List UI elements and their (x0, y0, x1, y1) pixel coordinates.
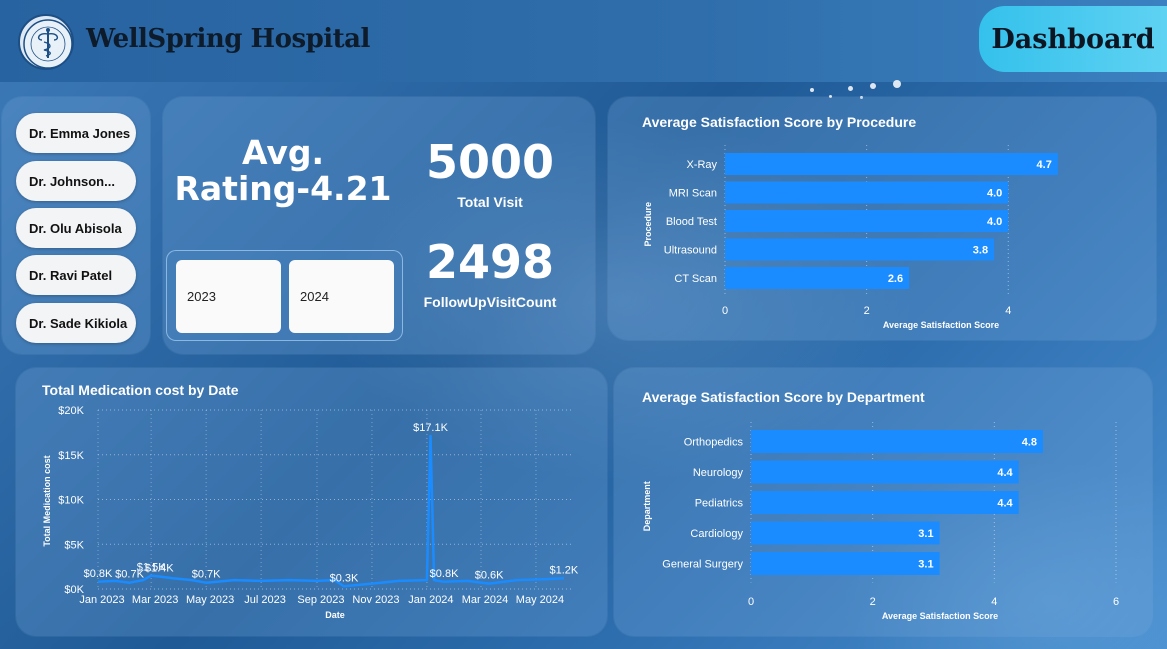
x-tick-label: 6 (1113, 596, 1119, 608)
x-tick-label: 4 (991, 596, 997, 608)
data-label: 4.7 (1037, 159, 1052, 171)
category-label: MRI Scan (669, 188, 717, 200)
followup-visit-label: FollowUpVisitCount (423, 294, 557, 310)
data-label: $0.8K (84, 568, 113, 580)
total-visit-label: Total Visit (457, 194, 523, 210)
kpi-panel: Avg. Rating-4.21 5000 Total Visit 2498 F… (163, 97, 595, 354)
bar (725, 238, 995, 261)
bar (751, 491, 1019, 514)
data-label: $0.7K (192, 569, 221, 581)
bar (751, 521, 940, 545)
y-axis-title: Procedure (643, 202, 653, 247)
total-visit-value: 5000 (425, 135, 555, 189)
category-label: Blood Test (666, 216, 717, 228)
decor-dot (848, 86, 853, 91)
medication-chart-panel: Total Medication cost by Date $0K $5K $10K… (16, 368, 607, 636)
followup-visit-value: 2498 (425, 235, 555, 289)
decor-dot (893, 80, 901, 88)
data-label: $0.3K (330, 572, 359, 584)
category-label: Orthopedics (684, 437, 744, 449)
x-tick-label: Sep 2023 (297, 594, 344, 606)
x-axis-title: Average Satisfaction Score (882, 611, 998, 621)
y-axis-title: Department (642, 481, 652, 531)
x-tick-label: Jul 2023 (244, 594, 286, 606)
x-tick-label: Jan 2024 (408, 594, 453, 606)
x-tick-label: Nov 2023 (352, 594, 399, 606)
y-tick-label: $20K (58, 405, 84, 417)
department-chart-panel: Average Satisfaction Score by Department… (614, 368, 1152, 636)
y-tick-label: $10K (58, 495, 84, 507)
x-tick-label: Mar 2023 (132, 594, 178, 606)
data-label: $1.2K (550, 564, 579, 576)
procedure-chart-panel: Average Satisfaction Score by Procedure … (608, 97, 1156, 340)
bar (751, 552, 940, 575)
data-label: $1.4K (145, 562, 174, 574)
x-tick-label: May 2023 (186, 594, 234, 606)
caduceus-icon (23, 19, 73, 69)
data-label: 4.8 (1022, 437, 1037, 449)
department-chart: 0 2 4 6 Orthopedics 4.8 Neurology 4.4 Pediatrics… (642, 422, 1119, 621)
doctor-filter-panel: Dr. Emma Jones Dr. Johnson... Dr. Olu Ab… (2, 97, 150, 354)
x-tick-label: 2 (870, 596, 876, 608)
bar (725, 210, 1009, 232)
x-tick-label: 0 (722, 305, 728, 317)
y-tick-label: $15K (58, 450, 84, 462)
category-label: CT Scan (674, 273, 717, 285)
bar (725, 267, 910, 289)
data-label: 3.8 (973, 245, 988, 257)
doctor-button-olu-abisola[interactable]: Dr. Olu Abisola (16, 208, 136, 248)
category-label: Neurology (693, 467, 744, 479)
avg-rating-card: Avg. Rating-4.21 (163, 133, 403, 209)
y-tick-label: $5K (64, 539, 84, 551)
bar (725, 181, 1009, 204)
doctor-button-johnson[interactable]: Dr. Johnson... (16, 161, 136, 201)
x-tick-label: 4 (1005, 305, 1011, 317)
year-option-2024[interactable]: 2024 (289, 260, 394, 333)
hospital-logo (18, 14, 74, 70)
data-label: 2.6 (888, 273, 903, 285)
decor-dot (870, 83, 876, 89)
doctor-button-ravi-patel[interactable]: Dr. Ravi Patel (16, 255, 136, 295)
medication-chart: $0K$5K$10K$15K$20KJan 2023 Mar 2023 May 20… (42, 405, 579, 620)
avg-rating-line1: Avg. (241, 133, 325, 172)
data-label: 4.0 (987, 188, 1002, 200)
x-tick-label: Jan 2023 (79, 594, 124, 606)
x-axis-title: Average Satisfaction Score (883, 320, 999, 330)
hospital-name: WellSpring Hospital (86, 24, 370, 54)
data-label: $0.6K (475, 570, 504, 582)
data-label: 4.4 (997, 498, 1013, 510)
header-bar: WellSpring Hospital Dashboard (0, 0, 1167, 82)
category-label: General Surgery (662, 559, 743, 571)
procedure-chart: 0 2 4 X-Ray 4.7 MRI Scan 4.0 Blood Test 4.0 Ultra… (643, 145, 1058, 330)
x-tick-label: Mar 2024 (462, 594, 508, 606)
y-axis-title: Total Medication cost (42, 455, 52, 546)
x-tick-label: 0 (748, 596, 754, 608)
dashboard-button[interactable]: Dashboard (979, 6, 1167, 72)
avg-rating-line2: Rating-4.21 (174, 169, 392, 209)
data-label: $0.8K (430, 568, 459, 580)
category-label: Pediatrics (695, 498, 744, 510)
data-label: $17.1K (413, 422, 449, 434)
year-option-2023[interactable]: 2023 (176, 260, 281, 333)
category-label: X-Ray (686, 159, 717, 171)
x-axis-title: Date (325, 610, 345, 620)
data-label: 4.0 (987, 216, 1002, 228)
category-label: Ultrasound (664, 245, 717, 257)
bar (751, 460, 1019, 484)
data-label: 4.4 (997, 467, 1013, 479)
doctor-button-emma-jones[interactable]: Dr. Emma Jones (16, 113, 136, 153)
year-slicer: 2023 2024 (166, 250, 403, 341)
doctor-button-sade-kikiola[interactable]: Dr. Sade Kikiola (16, 303, 136, 343)
x-tick-label: 2 (864, 305, 870, 317)
x-tick-label: May 2024 (516, 594, 564, 606)
bar (751, 430, 1043, 453)
bar (725, 153, 1058, 175)
data-label: 3.1 (918, 559, 933, 571)
data-label: 3.1 (918, 528, 933, 540)
decor-dot (810, 88, 814, 92)
category-label: Cardiology (690, 528, 743, 540)
